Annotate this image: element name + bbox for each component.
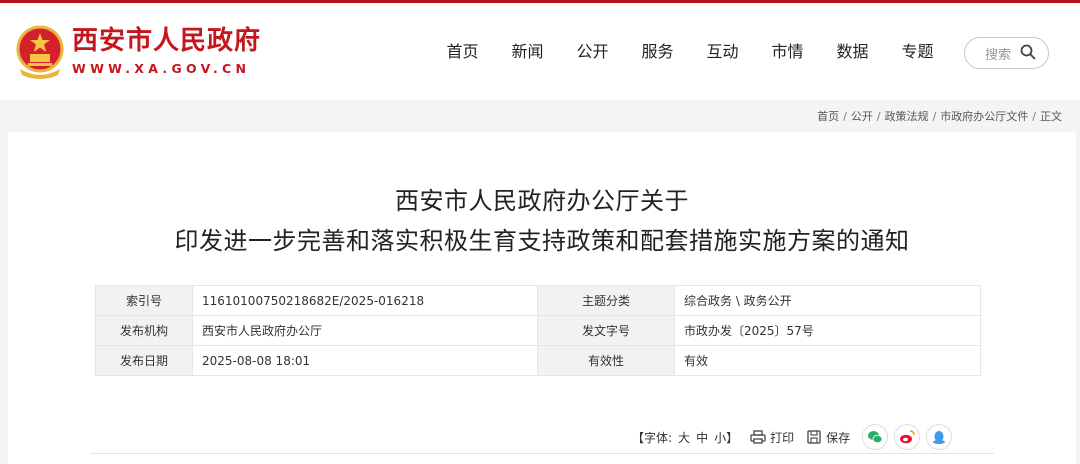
breadcrumb-office-docs[interactable]: 市政府办公厅文件 [940,108,1028,124]
document-title: 西安市人民政府办公厅关于 印发进一步完善和落实积极生育支持政策和配套措施实施方案… [8,181,1076,261]
weibo-icon [900,430,915,444]
document-title-line2: 印发进一步完善和落实积极生育支持政策和配套措施实施方案的通知 [174,227,910,255]
meta-value: 市政办发〔2025〕57号 [674,315,981,346]
share-weibo-button[interactable] [894,424,921,450]
nav-item-home[interactable]: 首页 [430,40,495,64]
search-placeholder[interactable]: 搜索 [985,44,1011,63]
document-meta-table: 索引号 11610100750218682E/2025-016218 主题分类 … [95,285,981,376]
table-row: 发布机构 西安市人民政府办公厅 发文字号 市政办发〔2025〕57号 [95,315,981,346]
meta-label: 发文字号 [537,315,675,346]
meta-value: 有效 [674,345,981,376]
breadcrumb-public[interactable]: 公开 [851,108,873,124]
font-size-small-button[interactable]: 小】 [714,429,738,446]
meta-label: 有效性 [537,345,675,376]
font-size-large-button[interactable]: 大 [678,429,690,446]
meta-label: 发布机构 [95,315,193,346]
font-size-medium-button[interactable]: 中 [696,429,708,446]
document-title-line1: 西安市人民政府办公厅关于 [395,187,689,215]
national-emblem-icon [16,25,64,79]
logo-title: 西安市人民政府 [72,26,262,56]
qq-icon [933,431,946,444]
site-header: 西安市人民政府 WWW.XA.GOV.CN 首页 新闻 公开 服务 互动 市情 … [0,3,1080,100]
search-box[interactable]: 搜索 [964,37,1049,69]
print-button[interactable]: 打印 [750,429,794,446]
breadcrumb-current: 正文 [1040,110,1062,123]
nav-item-service[interactable]: 服务 [625,40,690,64]
breadcrumb-home[interactable]: 首页 [817,108,839,124]
meta-value: 西安市人民政府办公厅 [192,315,538,346]
breadcrumb-separator: / [876,109,881,123]
article-toolbar: 【字体: 大 中 小】 打印 保存 [632,424,953,450]
save-button[interactable]: 保存 [806,429,850,446]
printer-icon [750,430,766,444]
breadcrumb-policy[interactable]: 政策法规 [885,108,929,124]
print-label: 打印 [770,430,795,445]
table-row: 发布日期 2025-08-08 18:01 有效性 有效 [95,345,981,376]
meta-value: 2025-08-08 18:01 [192,345,538,376]
share-wechat-button[interactable] [862,424,889,450]
breadcrumb-separator: / [1032,109,1036,123]
meta-label: 发布日期 [95,345,193,376]
share-qq-button[interactable] [926,424,953,450]
search-icon[interactable] [1020,44,1036,60]
nav-item-topics[interactable]: 专题 [885,40,950,64]
nav-item-interaction[interactable]: 互动 [690,40,755,64]
breadcrumb: 首页 / 公开 / 政策法规 / 市政府办公厅文件 / 正文 [817,108,1062,124]
site-logo[interactable]: 西安市人民政府 WWW.XA.GOV.CN [14,25,261,79]
content-divider [90,453,994,454]
logo-url: WWW.XA.GOV.CN [72,61,251,76]
save-icon [807,430,821,444]
nav-item-city-info[interactable]: 市情 [755,40,820,64]
nav-item-public[interactable]: 公开 [560,40,625,64]
nav-item-data[interactable]: 数据 [820,40,885,64]
meta-value: 综合政务 \ 政务公开 [674,285,981,316]
meta-label: 主题分类 [537,285,675,316]
article-panel: 西安市人民政府办公厅关于 印发进一步完善和落实积极生育支持政策和配套措施实施方案… [8,132,1076,464]
main-nav: 首页 新闻 公开 服务 互动 市情 数据 专题 [430,40,950,64]
meta-value: 11610100750218682E/2025-016218 [192,285,538,316]
breadcrumb-separator: / [843,109,847,123]
meta-label: 索引号 [95,285,193,316]
wechat-icon [868,431,883,444]
breadcrumb-separator: / [932,109,937,123]
nav-item-news[interactable]: 新闻 [495,40,560,64]
font-size-control: 【字体: 大 中 小】 [632,429,738,446]
save-label: 保存 [826,430,851,445]
font-size-label: 【字体: [632,430,673,445]
table-row: 索引号 11610100750218682E/2025-016218 主题分类 … [95,285,981,316]
